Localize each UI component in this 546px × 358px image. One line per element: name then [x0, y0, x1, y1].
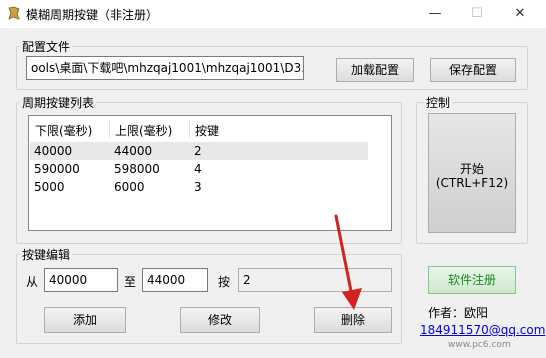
contact-link[interactable]: 184911570@qq.com — [420, 323, 545, 337]
key-edit-group-label: 按键编辑 — [20, 246, 73, 263]
to-label: 至 — [124, 275, 137, 289]
column-header-key[interactable]: 按键 — [195, 122, 219, 139]
minimize-button[interactable]: — — [420, 0, 450, 28]
key-label: 按 — [218, 275, 231, 289]
start-hotkey: (CTRL+F12) — [435, 176, 509, 190]
add-button[interactable]: 添加 — [44, 307, 126, 333]
from-input[interactable]: 40000 — [44, 268, 118, 292]
cell-key: 2 — [194, 144, 202, 158]
annotation-arrow — [334, 214, 362, 310]
column-header-high[interactable]: 上限(毫秒) — [115, 122, 172, 139]
start-label: 开始 — [459, 162, 484, 176]
window-title: 模糊周期按键（非注册） — [26, 8, 159, 22]
register-button[interactable]: 软件注册 — [428, 266, 516, 294]
cell-high: 6000 — [114, 180, 145, 194]
close-button[interactable]: ✕ — [505, 0, 535, 28]
list-row[interactable]: 40000 44000 2 — [30, 142, 368, 160]
maximize-button[interactable]: ☐ — [462, 0, 492, 28]
load-config-button[interactable]: 加载配置 — [336, 58, 414, 82]
cell-low: 5000 — [34, 180, 65, 194]
app-icon — [8, 6, 20, 20]
cell-low: 40000 — [34, 144, 73, 158]
save-config-button[interactable]: 保存配置 — [430, 58, 516, 82]
config-group-label: 配置文件 — [20, 38, 73, 55]
modify-button[interactable]: 修改 — [180, 307, 260, 333]
control-group-label: 控制 — [424, 94, 453, 111]
watermark: www.pc6.com — [448, 340, 511, 350]
key-input[interactable]: 2 — [238, 268, 392, 292]
to-input[interactable]: 44000 — [142, 268, 208, 292]
from-label: 从 — [26, 275, 39, 289]
cell-key: 3 — [194, 180, 202, 194]
author-label: 作者：欧阳 — [428, 306, 489, 320]
cell-high: 598000 — [114, 162, 160, 176]
list-row[interactable]: 5000 6000 3 — [30, 178, 368, 196]
cycle-list-group-label: 周期按键列表 — [20, 94, 97, 111]
column-divider — [109, 120, 110, 138]
start-button[interactable]: 开始 (CTRL+F12) — [428, 113, 516, 233]
column-header-low[interactable]: 下限(毫秒) — [35, 122, 92, 139]
column-divider — [189, 120, 190, 138]
cell-high: 44000 — [114, 144, 153, 158]
config-path-input[interactable]: ools\桌面\下载吧\mhzqaj1001\mhzqaj1001\D3.ini — [26, 56, 304, 80]
list-row[interactable]: 590000 598000 4 — [30, 160, 368, 178]
cell-low: 590000 — [34, 162, 80, 176]
cell-key: 4 — [194, 162, 202, 176]
